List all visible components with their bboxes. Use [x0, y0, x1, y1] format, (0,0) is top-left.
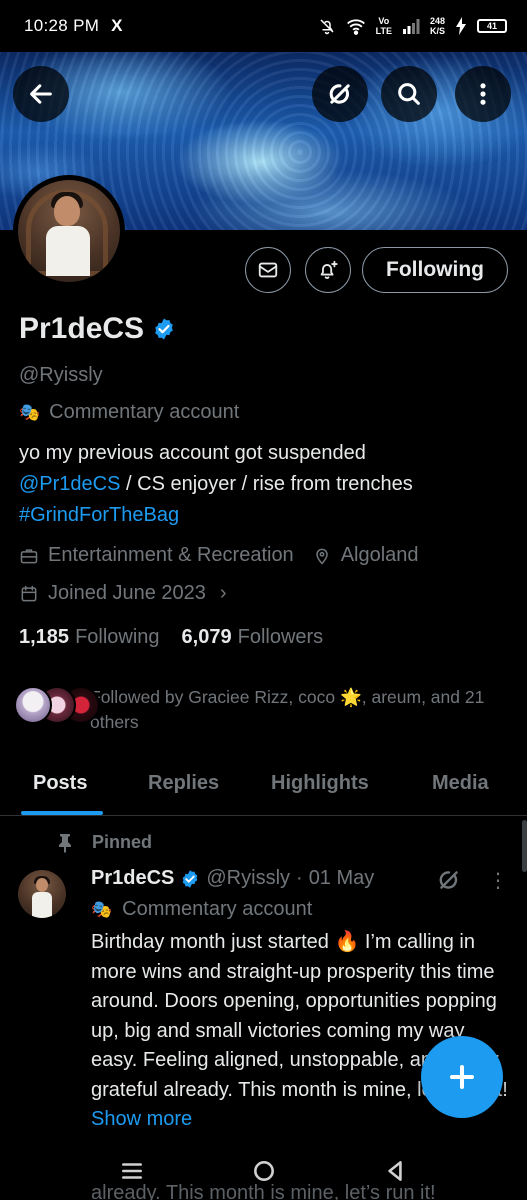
active-tab-indicator	[21, 811, 103, 815]
search-icon	[398, 83, 420, 105]
pinned-label: Pinned	[92, 832, 153, 852]
scrolled-text-behind-nav: already. This month is mine, let’s run i…	[91, 1182, 436, 1200]
verified-badge-icon[interactable]	[152, 317, 176, 341]
back-button[interactable]	[13, 66, 69, 122]
post-author-handle[interactable]: @Ryissly	[206, 867, 290, 890]
profile-category: 🎭 Commentary account	[19, 401, 239, 424]
profile-handle: @Ryissly	[19, 364, 103, 386]
followed-by-text[interactable]: Followed by Graciee Rizz, coco 🌟, areum,…	[90, 685, 510, 735]
grok-button[interactable]	[312, 66, 368, 122]
message-button[interactable]	[245, 247, 291, 293]
verified-badge-icon	[183, 869, 198, 888]
post-author-avatar[interactable]	[18, 870, 66, 918]
volte-indicator: Vo LTE	[375, 16, 392, 36]
mute-icon	[320, 19, 334, 35]
bio-line-1: yo my previous account got suspended	[19, 442, 366, 464]
menu-icon	[122, 1163, 142, 1179]
bio-line-2: @Pr1deCS / CS enjoyer / rise from trench…	[19, 473, 413, 495]
pin-icon	[59, 833, 71, 853]
grok-icon	[329, 84, 350, 104]
network-speed: 248 K/S	[429, 16, 445, 36]
search-button[interactable]	[381, 66, 437, 122]
envelope-icon	[258, 262, 278, 278]
location-pin-icon	[315, 548, 328, 564]
arrow-left-icon	[30, 84, 52, 104]
chevron-right-icon: ›	[219, 582, 227, 604]
profile-tabs: Posts Replies Highlights Media	[0, 760, 527, 816]
post-dot: ·	[296, 867, 303, 889]
home-circle-icon	[254, 1161, 274, 1181]
more-vertical-icon	[480, 83, 486, 105]
charging-icon	[456, 17, 466, 35]
briefcase-icon	[20, 548, 38, 563]
followers-count-link[interactable]: 6,079 Followers	[182, 626, 324, 649]
tab-media[interactable]: Media	[432, 772, 489, 795]
bio-mention-link[interactable]: @Pr1deCS	[19, 473, 120, 495]
tab-posts[interactable]: Posts	[33, 772, 87, 795]
profile-avatar[interactable]	[13, 175, 125, 287]
plus-icon	[450, 1065, 474, 1089]
signal-icon	[402, 19, 420, 34]
following-button[interactable]: Following	[362, 247, 508, 293]
joined-row[interactable]: Joined June 2023 ›	[19, 582, 227, 605]
notifications-button[interactable]	[305, 247, 351, 293]
profile-bio: yo my previous account got suspended @Pr…	[19, 438, 509, 531]
post-header: Pr1deCS @Ryissly · 01 May	[91, 867, 374, 890]
tab-highlights[interactable]: Highlights	[271, 772, 369, 795]
more-button[interactable]	[455, 66, 511, 122]
followed-by-avatars[interactable]	[14, 686, 100, 724]
scroll-indicator[interactable]	[522, 820, 527, 872]
x-app-icon: X	[111, 16, 123, 35]
profile-name: Pr1deCS	[19, 312, 145, 345]
location-label: Algoland	[340, 544, 419, 566]
theater-mask-icon: 🎭	[19, 402, 41, 422]
compose-post-button[interactable]	[421, 1036, 503, 1118]
profile-name-row: Pr1deCS	[19, 312, 176, 346]
bio-hashtag-link[interactable]: #GrindForTheBag	[19, 504, 179, 526]
theater-mask-icon: 🎭	[91, 899, 113, 919]
status-bar: 10:28 PM X Vo LTE 248 K/S 41	[0, 0, 527, 52]
back-triangle-icon	[388, 1161, 402, 1181]
nav-back-button[interactable]	[382, 1158, 408, 1184]
calendar-icon	[21, 585, 37, 601]
follow-counts: 1,185 Following 6,079 Followers	[19, 626, 323, 649]
profile-meta-row: Entertainment & Recreation Algoland	[19, 544, 419, 567]
nav-home-button[interactable]	[251, 1158, 277, 1184]
pinned-label-row: Pinned	[56, 832, 152, 853]
follower-avatar	[14, 686, 52, 724]
tab-replies[interactable]: Replies	[148, 772, 219, 795]
wifi-icon	[346, 19, 365, 35]
nav-recents-button[interactable]	[119, 1158, 145, 1184]
following-count-link[interactable]: 1,185 Following	[19, 626, 160, 649]
profession-label: Entertainment & Recreation	[48, 544, 294, 566]
post-category: 🎭 Commentary account	[91, 898, 313, 920]
battery-icon: 41	[477, 19, 507, 33]
post-date[interactable]: 01 May	[309, 867, 375, 890]
category-label: Commentary account	[49, 401, 240, 423]
joined-label: Joined June 2023	[48, 582, 206, 604]
status-icons: Vo LTE 248 K/S 41	[318, 16, 507, 36]
bell-plus-icon	[320, 260, 338, 279]
status-time: 10:28 PM	[24, 16, 100, 35]
grok-icon[interactable]	[436, 867, 462, 893]
post-more-icon[interactable]: ⋮	[488, 868, 508, 893]
post-author-name[interactable]: Pr1deCS	[91, 867, 174, 890]
